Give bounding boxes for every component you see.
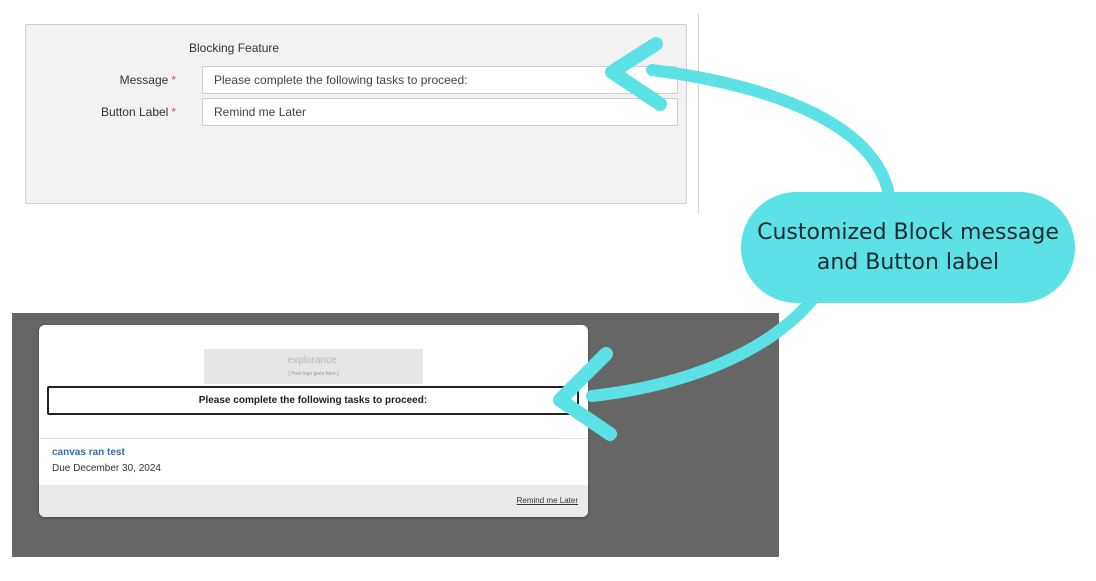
task-due-date: Due December 30, 2024	[52, 463, 161, 474]
remind-me-later-button[interactable]: Remind me Later	[517, 496, 578, 505]
message-label-text: Message	[119, 73, 169, 87]
button-label-field[interactable]	[202, 98, 678, 126]
message-field[interactable]	[202, 66, 678, 94]
callout-line-2: and Button label	[816, 249, 1000, 275]
section-title: Blocking Feature	[189, 41, 280, 55]
explorance-logo: explorance.	[287, 355, 340, 366]
logo-subtext: [ Your logo goes here ]	[288, 371, 339, 377]
block-message: Please complete the following tasks to p…	[47, 386, 579, 415]
button-label-label-text: Button Label	[100, 105, 169, 119]
blocking-feature-panel: Blocking Feature Message* Button Label*	[25, 24, 687, 204]
button-label-label: Button Label *	[101, 105, 176, 119]
modal-footer: Remind me Later	[39, 485, 588, 517]
task-link[interactable]: canvas ran test	[52, 447, 125, 458]
message-label: Message *	[120, 73, 176, 87]
required-marker: *	[171, 73, 176, 87]
callout-bubble: Customized Block message and Button labe…	[741, 192, 1075, 303]
blocking-modal: explorance. [ Your logo goes here ] Plea…	[39, 325, 588, 517]
vertical-divider	[698, 14, 699, 214]
logo-placeholder: explorance. [ Your logo goes here ]	[204, 349, 423, 384]
modal-divider	[39, 438, 588, 439]
required-marker: *	[171, 105, 176, 119]
callout-line-1: Customized Block message	[757, 219, 1059, 245]
